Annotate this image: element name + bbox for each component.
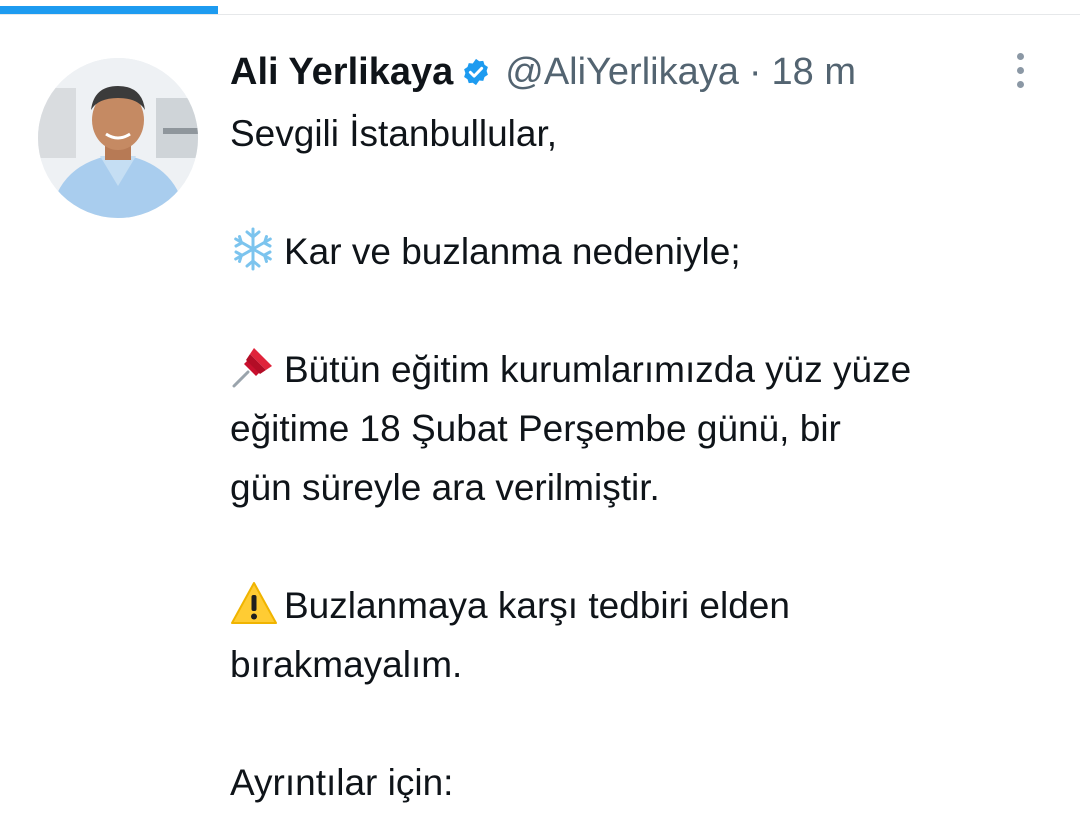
author-name[interactable]: Ali Yerlikaya <box>230 46 453 98</box>
more-dot <box>1016 66 1024 74</box>
tweet-line-notice-2: eğitime 18 Şubat Perşembe günü, bir <box>230 408 841 449</box>
notice-text-1: Bütün eğitim kurumlarımızda yüz yüze <box>284 349 912 390</box>
verified-badge-icon <box>461 57 491 87</box>
top-divider <box>0 14 1080 15</box>
more-options-icon[interactable] <box>1002 48 1038 92</box>
tweet-header: Ali Yerlikaya @AliYerlikaya · 18 m <box>230 46 856 98</box>
cause-text: Kar ve buzlanma nedeniyle; <box>284 231 741 272</box>
tweet-line-warning-1: Buzlanmaya karşı tedbiri elden <box>230 576 1060 635</box>
tweet-line-warning-2: bırakmayalım. <box>230 644 463 685</box>
tweet-text: Sevgili İstanbullular, Kar ve buzlanma n… <box>230 104 1060 812</box>
header-separator: · <box>748 51 762 93</box>
more-dot <box>1016 80 1024 88</box>
tweet-line-notice-1: Bütün eğitim kurumlarımızda yüz yüze <box>230 340 1060 399</box>
tweet-timestamp[interactable]: 18 m <box>772 46 856 98</box>
tweet-line-cause: Kar ve buzlanma nedeniyle; <box>230 222 1060 281</box>
avatar[interactable] <box>38 58 198 218</box>
tweet-line-details: Ayrıntılar için: <box>230 762 454 803</box>
author-handle[interactable]: @AliYerlikaya <box>505 46 739 98</box>
snowflake-icon <box>230 226 280 272</box>
tweet-line-notice-3: gün süreyle ara verilmiştir. <box>230 467 660 508</box>
warning-text-1: Buzlanmaya karşı tedbiri elden <box>284 585 790 626</box>
pushpin-icon <box>230 344 280 390</box>
tweet-line-greeting: Sevgili İstanbullular, <box>230 113 558 154</box>
more-dot <box>1016 52 1024 60</box>
tab-active-indicator <box>0 6 218 14</box>
warning-icon <box>230 580 280 626</box>
